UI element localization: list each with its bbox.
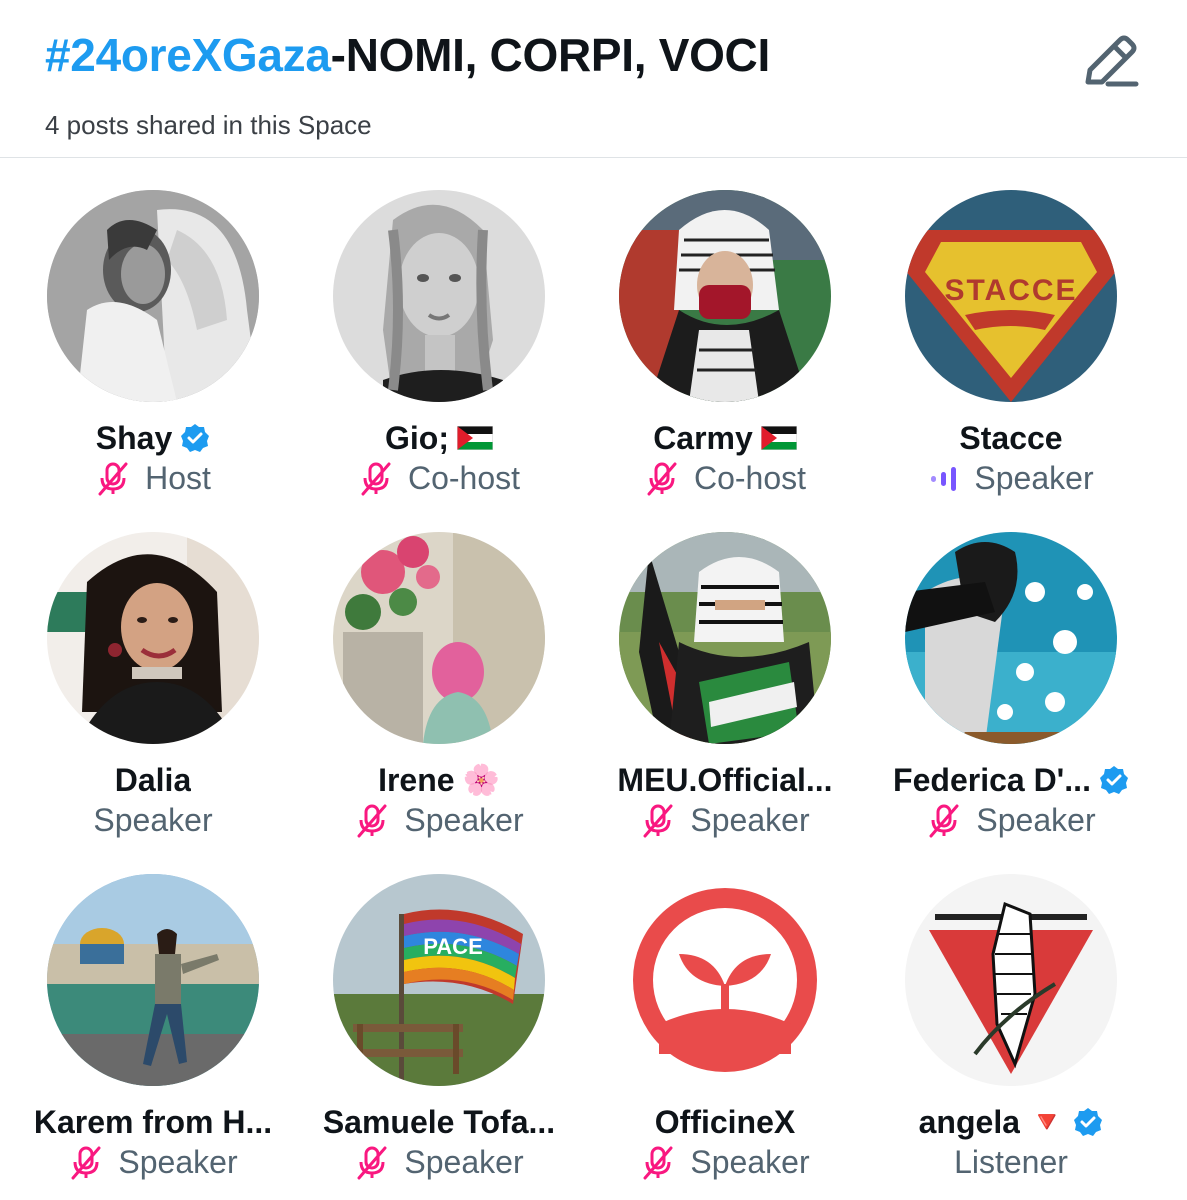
- muted-mic-icon: [361, 462, 391, 496]
- palestine-flag-icon: [456, 426, 493, 450]
- participant-role: Co-host: [693, 459, 807, 496]
- participant-avatar[interactable]: [905, 874, 1117, 1086]
- participant-avatar[interactable]: [905, 532, 1117, 744]
- space-title: #24oreXGaza-NOMI, CORPI, VOCI: [45, 28, 770, 82]
- muted-mic-icon: [643, 1146, 673, 1180]
- participant-name: Federica D'...: [893, 761, 1091, 798]
- participant-role: Speaker: [404, 801, 524, 838]
- muted-mic-icon: [929, 804, 959, 838]
- participant-avatar[interactable]: [619, 190, 831, 402]
- participant-role: Speaker: [976, 801, 1096, 838]
- participant-role: Speaker: [404, 1143, 524, 1180]
- participant-name-row: Dalia: [115, 760, 191, 800]
- participant-emoji: 🔻: [1028, 1105, 1066, 1139]
- participant-avatar[interactable]: [47, 874, 259, 1086]
- participant-role-row: Speaker: [928, 458, 1094, 498]
- participant-name-row: MEU.Official...: [617, 760, 832, 800]
- participant-emoji: 🌸: [462, 763, 500, 797]
- posts-shared-count[interactable]: 4 posts shared in this Space: [45, 110, 372, 141]
- participant-role-row: Listener: [954, 1142, 1068, 1182]
- participant-role-row: Speaker: [640, 800, 810, 840]
- participant-name-row: Stacce: [959, 418, 1062, 458]
- space-title-text: -NOMI, CORPI, VOCI: [330, 29, 771, 81]
- participant-name-row: Shay: [96, 418, 210, 458]
- verified-badge-icon: [1099, 766, 1128, 794]
- participant-name: Gio;: [385, 419, 449, 456]
- participant-name-row: Irene 🌸: [378, 760, 500, 800]
- participant-role-row: Speaker: [640, 1142, 810, 1182]
- participant-name: Samuele Tofa...: [322, 1103, 556, 1140]
- participant-name-row: Karem from H...: [34, 1102, 272, 1142]
- participant-name: Irene: [378, 761, 455, 798]
- muted-mic-icon: [357, 804, 387, 838]
- muted-mic-icon: [357, 1146, 387, 1180]
- muted-mic-icon: [98, 462, 128, 496]
- participant-role-row: Speaker: [354, 800, 524, 840]
- participant-role-row: Speaker: [926, 800, 1096, 840]
- participant-card[interactable]: Karem from H... Speaker: [10, 842, 296, 1182]
- participant-card[interactable]: Shay Host: [10, 158, 296, 498]
- participant-avatar[interactable]: [333, 532, 545, 744]
- participant-card[interactable]: Irene 🌸 Speaker: [296, 500, 582, 840]
- participant-role: Speaker: [974, 459, 1094, 496]
- edit-pencil-icon[interactable]: [1078, 30, 1142, 90]
- participant-avatar[interactable]: PACE: [333, 874, 545, 1086]
- participant-role: Host: [145, 459, 211, 496]
- muted-mic-icon: [71, 1146, 101, 1180]
- participant-card[interactable]: Carmy Co-host: [582, 158, 868, 498]
- participant-role-row: Speaker: [354, 1142, 524, 1182]
- participant-role-row: Speaker: [68, 1142, 238, 1182]
- participant-avatar[interactable]: [47, 532, 259, 744]
- participant-name-row: Carmy: [653, 418, 797, 458]
- participant-name: Karem from H...: [33, 1103, 273, 1140]
- participant-name: Shay: [95, 419, 173, 456]
- participant-role: Speaker: [118, 1143, 238, 1180]
- svg-text:PACE: PACE: [423, 934, 483, 959]
- participant-card[interactable]: PACE Samuele Tofa... Speaker: [296, 842, 582, 1182]
- participant-card[interactable]: MEU.Official... Speaker: [582, 500, 868, 840]
- speaking-indicator-icon: [931, 467, 957, 491]
- participant-name: MEU.Official...: [617, 761, 833, 798]
- participant-name-row: angela 🔻: [919, 1102, 1104, 1142]
- verified-badge-icon: [1074, 1108, 1103, 1136]
- participant-name-row: Gio;: [385, 418, 493, 458]
- participant-avatar[interactable]: [619, 874, 831, 1086]
- participant-role: Speaker: [690, 801, 810, 838]
- participant-name: Stacce: [959, 419, 1063, 456]
- participant-role-row: Co-host: [358, 458, 520, 498]
- svg-text:STACCE: STACCE: [944, 274, 1077, 307]
- participant-name-row: Samuele Tofa...: [323, 1102, 555, 1142]
- participant-card[interactable]: Dalia Speaker: [10, 500, 296, 840]
- verified-badge-icon: [181, 424, 210, 452]
- palestine-flag-icon: [760, 426, 797, 450]
- participant-card[interactable]: STACCE Stacce Speaker: [868, 158, 1154, 498]
- participant-card[interactable]: OfficineX Speaker: [582, 842, 868, 1182]
- participant-card[interactable]: Gio; Co-host: [296, 158, 582, 498]
- muted-mic-icon: [643, 804, 673, 838]
- participant-name: angela: [918, 1103, 1020, 1140]
- space-header: #24oreXGaza-NOMI, CORPI, VOCI 4 posts sh…: [0, 0, 1187, 158]
- participant-avatar[interactable]: STACCE: [905, 190, 1117, 402]
- participant-name: Carmy: [653, 419, 753, 456]
- participant-role: Speaker: [93, 801, 213, 838]
- hashtag-link[interactable]: #24oreXGaza: [45, 29, 331, 81]
- participant-avatar[interactable]: [333, 190, 545, 402]
- participant-role-row: Host: [95, 458, 211, 498]
- participant-card[interactable]: Federica D'... Speaker: [868, 500, 1154, 840]
- participant-role-row: Speaker: [93, 800, 212, 840]
- participant-avatar[interactable]: [47, 190, 259, 402]
- participant-role: Co-host: [407, 459, 521, 496]
- participant-card[interactable]: angela 🔻 Listener: [868, 842, 1154, 1182]
- participant-avatar[interactable]: [619, 532, 831, 744]
- muted-mic-icon: [647, 462, 677, 496]
- participant-name-row: OfficineX: [655, 1102, 795, 1142]
- participant-role-row: Co-host: [644, 458, 806, 498]
- participant-name: OfficineX: [654, 1103, 796, 1140]
- participant-role: Listener: [954, 1143, 1068, 1180]
- participant-role: Speaker: [690, 1143, 810, 1180]
- participant-name: Dalia: [114, 761, 192, 798]
- participant-name-row: Federica D'...: [893, 760, 1129, 800]
